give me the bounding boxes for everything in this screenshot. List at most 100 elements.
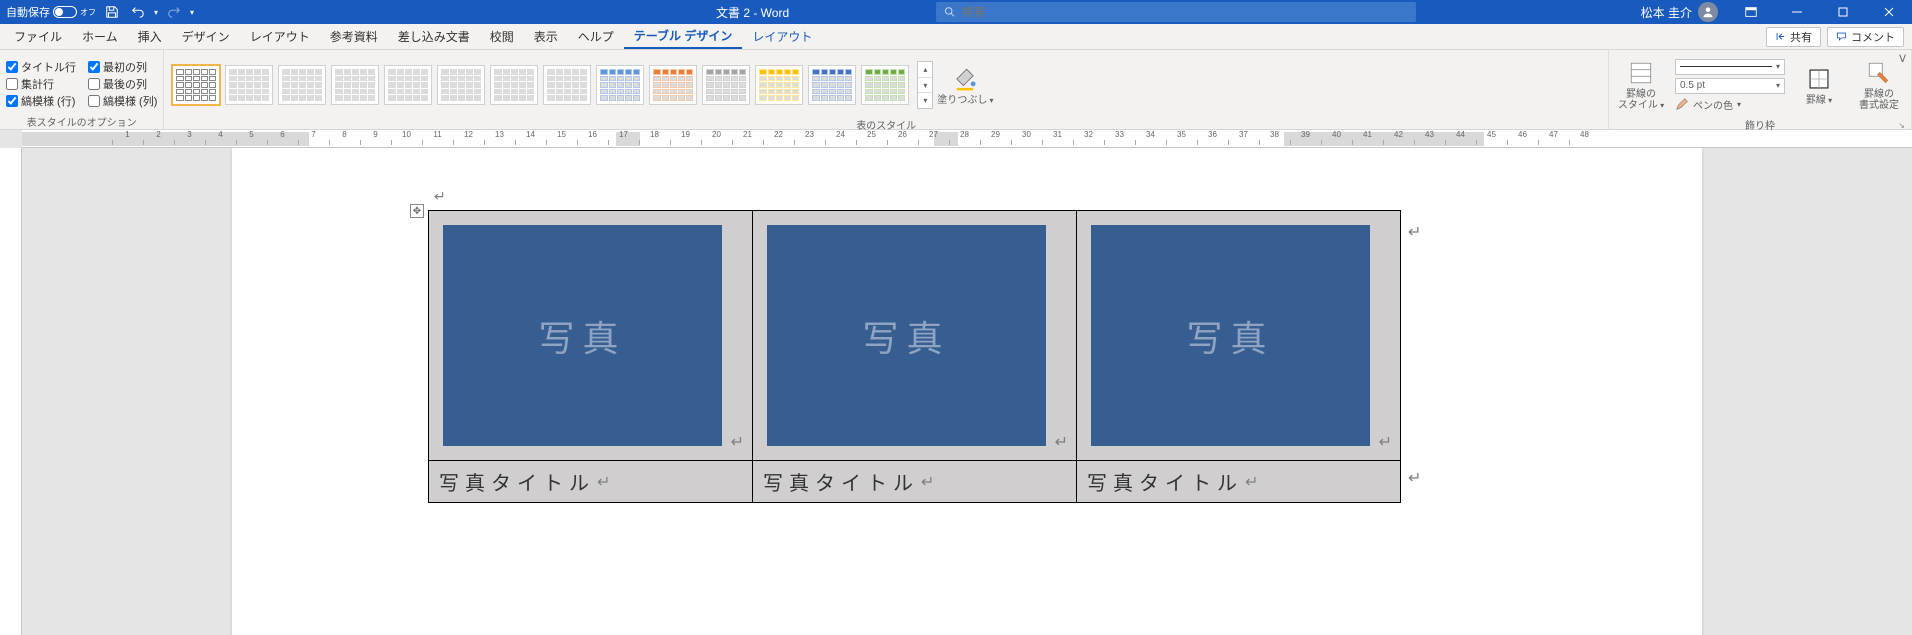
table-style-blue2[interactable] [808, 65, 856, 105]
table-style-plain-3[interactable] [331, 65, 379, 105]
window-maximize[interactable] [1820, 0, 1866, 24]
ribbon-tabs: ファイル ホーム 挿入 デザイン レイアウト 参考資料 差し込み文書 校閲 表示… [0, 24, 1912, 50]
collapse-ribbon[interactable]: ᐯ [1899, 54, 1906, 65]
autosave-toggle[interactable] [53, 6, 77, 18]
user-account[interactable]: 松本 圭介 [1631, 2, 1728, 22]
ruler-horizontal[interactable]: 1234567891011121314151617181920212223242… [22, 130, 1912, 148]
tab-design[interactable]: デザイン [172, 24, 240, 49]
borders-button[interactable]: 罫線 [1793, 54, 1845, 116]
share-button[interactable]: 共有 [1766, 27, 1821, 47]
group-borders: 罫線の スタイル ▾ 0.5 pt▾ ペンの色 ▾ 罫線 [1609, 50, 1912, 129]
table-style-plain-6[interactable] [490, 65, 538, 105]
border-styles-button[interactable]: 罫線の スタイル [1615, 54, 1667, 116]
table-style-blue[interactable] [596, 65, 644, 105]
tab-view[interactable]: 表示 [524, 24, 568, 49]
table-style-yellow[interactable] [755, 65, 803, 105]
paragraph-mark: ↵ [921, 472, 934, 492]
ribbon-display-options[interactable] [1728, 0, 1774, 24]
check-header-row[interactable]: タイトル行 [6, 59, 76, 75]
table-style-plain-2[interactable] [278, 65, 326, 105]
save-button[interactable] [102, 2, 122, 22]
ruler-vertical[interactable] [0, 148, 22, 635]
border-painter-label: 罫線の 書式設定 [1859, 89, 1899, 111]
table-styles-more[interactable]: ▴ ▾ ▾ [917, 61, 933, 109]
pen-color-label: ペンの色 [1693, 97, 1733, 112]
photo-placeholder[interactable]: 写真 [1091, 225, 1370, 446]
tab-layout[interactable]: レイアウト [240, 24, 320, 49]
tab-home[interactable]: ホーム [72, 24, 128, 49]
border-weight[interactable]: 0.5 pt▾ [1675, 78, 1785, 94]
bucket-icon [951, 65, 979, 93]
group-label-style-options: 表スタイルのオプション [6, 113, 157, 127]
border-line-style[interactable]: ▾ [1675, 59, 1785, 75]
user-name: 松本 圭介 [1641, 4, 1692, 21]
table-style-gray[interactable] [702, 65, 750, 105]
gallery-up-icon[interactable]: ▴ [918, 62, 932, 78]
group-label-borders: 飾り枠 [1615, 116, 1905, 130]
border-styles-label: 罫線の スタイル [1618, 89, 1664, 111]
title-bar: 自動保存 オフ ▾ ▾ 文書 2 - Word 松本 圭介 [0, 0, 1912, 24]
table-style-plain-4[interactable] [384, 65, 432, 105]
autosave-control[interactable]: 自動保存 オフ [6, 4, 96, 20]
photo-placeholder[interactable]: 写真 [767, 225, 1046, 446]
check-banded-cols[interactable]: 縞模様 (列) [88, 93, 157, 109]
table-style-orange[interactable] [649, 65, 697, 105]
tab-file[interactable]: ファイル [4, 24, 72, 49]
table-cell-photo-1[interactable]: 写真 ↵ [429, 211, 753, 461]
document-table[interactable]: 写真 ↵ 写真 ↵ 写真 ↵ 写真タイトル↵ [428, 210, 1401, 503]
tab-mailings[interactable]: 差し込み文書 [388, 24, 480, 49]
border-styles-icon [1627, 59, 1655, 87]
ribbon: ᐯ タイトル行 最初の列 集計行 最後の列 縞模様 (行) 縞模様 (列) 表ス… [0, 50, 1912, 130]
page-area[interactable]: ↵ ✥ 写真 ↵ 写真 ↵ 写真 ↵ [22, 148, 1912, 635]
check-last-col[interactable]: 最後の列 [88, 76, 157, 92]
autosave-label: 自動保存 [6, 4, 50, 20]
pen-color-button[interactable]: ペンの色 ▾ [1675, 97, 1785, 112]
paragraph-mark: ↵ [731, 432, 744, 452]
paragraph-mark: ↵ [597, 472, 610, 492]
undo-button[interactable] [128, 2, 148, 22]
table-cell-photo-3[interactable]: 写真 ↵ [1077, 211, 1401, 461]
table-cell-photo-2[interactable]: 写真 ↵ [753, 211, 1077, 461]
shading-button[interactable]: 塗りつぶし [939, 54, 991, 116]
title-left: 自動保存 オフ ▾ ▾ [0, 2, 194, 22]
table-cell-title-2[interactable]: 写真タイトル↵ [753, 461, 1077, 503]
undo-dropdown[interactable]: ▾ [154, 8, 158, 17]
redo-button[interactable] [164, 2, 184, 22]
table-style-grid[interactable] [172, 65, 220, 105]
tab-table-design[interactable]: テーブル デザイン [624, 24, 743, 49]
check-banded-rows[interactable]: 縞模様 (行) [6, 93, 76, 109]
workspace: ↵ ✥ 写真 ↵ 写真 ↵ 写真 ↵ [0, 148, 1912, 635]
search-box[interactable] [936, 2, 1416, 22]
borders-icon [1805, 65, 1833, 93]
gallery-down-icon[interactable]: ▾ [918, 78, 932, 94]
table-cell-title-3[interactable]: 写真タイトル↵ [1077, 461, 1401, 503]
border-painter-button[interactable]: 罫線の 書式設定 [1853, 54, 1905, 116]
search-input[interactable] [962, 5, 1408, 19]
window-close[interactable] [1866, 0, 1912, 24]
table-style-plain-7[interactable] [543, 65, 591, 105]
tab-insert[interactable]: 挿入 [128, 24, 172, 49]
row-end-mark: ↵ [1408, 468, 1421, 488]
table-style-green[interactable] [861, 65, 909, 105]
check-total-row[interactable]: 集計行 [6, 76, 76, 92]
share-label: 共有 [1790, 29, 1812, 45]
share-icon [1775, 31, 1786, 42]
borders-label: 罫線 [1806, 95, 1832, 106]
tab-review[interactable]: 校閲 [480, 24, 524, 49]
border-painter-icon [1865, 59, 1893, 87]
table-move-handle[interactable]: ✥ [410, 204, 424, 218]
table-cell-title-1[interactable]: 写真タイトル↵ [429, 461, 753, 503]
photo-placeholder[interactable]: 写真 [443, 225, 722, 446]
table-style-plain-5[interactable] [437, 65, 485, 105]
tab-table-layout[interactable]: レイアウト [742, 24, 822, 49]
check-first-col[interactable]: 最初の列 [88, 59, 157, 75]
tab-help[interactable]: ヘルプ [568, 24, 624, 49]
qat-customize[interactable]: ▾ [190, 8, 194, 17]
table-style-plain-1[interactable] [225, 65, 273, 105]
window-minimize[interactable] [1774, 0, 1820, 24]
user-avatar-icon [1698, 2, 1718, 22]
tab-references[interactable]: 参考資料 [320, 24, 388, 49]
group-style-options: タイトル行 最初の列 集計行 最後の列 縞模様 (行) 縞模様 (列) 表スタイ… [0, 50, 164, 129]
gallery-expand-icon[interactable]: ▾ [918, 93, 932, 108]
comments-button[interactable]: コメント [1827, 27, 1904, 47]
